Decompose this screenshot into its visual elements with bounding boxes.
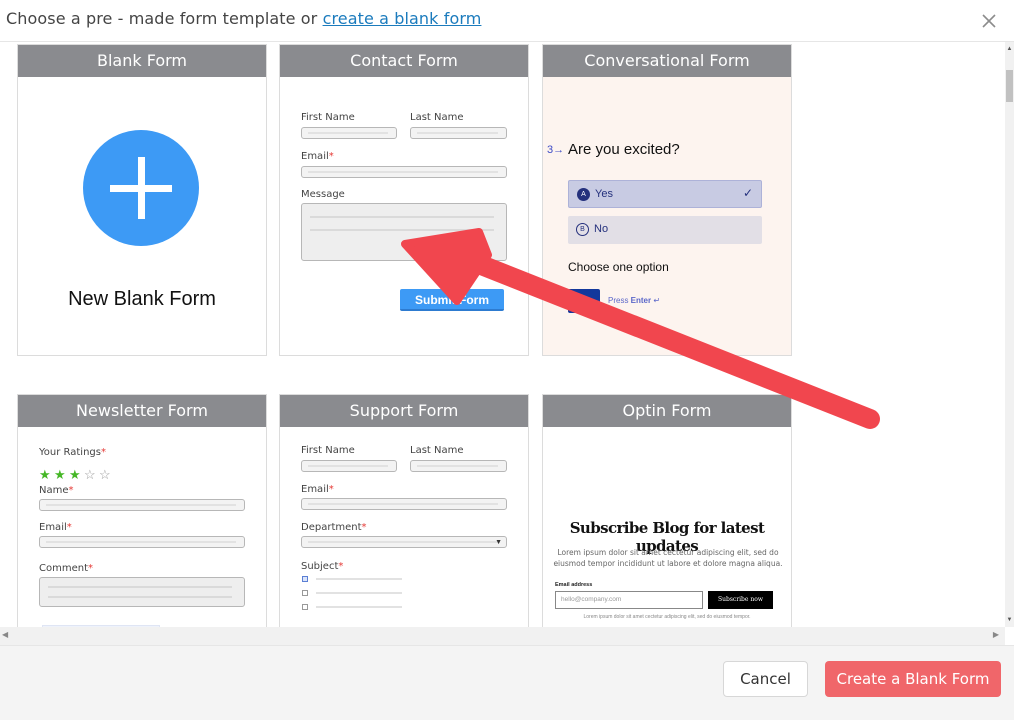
card-title: Newsletter Form: [18, 395, 266, 427]
first-name-field: [301, 460, 397, 472]
subject-label: Subject*: [301, 561, 344, 572]
template-grid: Blank Form New Blank Form Contact Form F…: [0, 42, 1005, 627]
department-select: ▼: [301, 536, 507, 548]
scrollbar-thumb[interactable]: [1006, 70, 1013, 102]
card-title: Support Form: [280, 395, 528, 427]
template-card-support[interactable]: Support Form First Name Last Name Email*…: [279, 394, 529, 627]
option-no-label: No: [594, 223, 609, 235]
choose-hint: Choose one option: [568, 260, 669, 274]
conversational-preview: 3→ Are you excited? A Yes ✓ B No Choose …: [543, 77, 791, 355]
subject-option-line: [316, 606, 402, 608]
vertical-scrollbar[interactable]: ▲ ▼: [1005, 42, 1014, 627]
close-icon: [982, 14, 996, 28]
template-card-contact[interactable]: Contact Form First Name Last Name Email*…: [279, 44, 529, 356]
question-number: 3→: [547, 144, 565, 156]
template-card-conversational[interactable]: Conversational Form 3→ Are you excited? …: [542, 44, 792, 356]
horizontal-scrollbar[interactable]: ◀ ▶: [0, 627, 1005, 645]
message-label: Message: [301, 189, 345, 200]
email-field: [301, 166, 507, 178]
name-field: [39, 499, 245, 511]
chevron-down-icon: ▼: [495, 539, 502, 546]
message-field: [301, 203, 507, 261]
last-name-field: [410, 127, 507, 139]
card-title: Blank Form: [18, 45, 266, 77]
first-name-field: [301, 127, 397, 139]
check-icon: ✓: [742, 186, 753, 200]
email-input: hello@company.com: [555, 591, 703, 609]
template-card-newsletter[interactable]: Newsletter Form Your Ratings* ★ ★ ★ ☆ ☆ Name…: [17, 394, 267, 627]
dialog-footer: Cancel Create a Blank Form: [0, 645, 1014, 720]
email-field: [39, 536, 245, 548]
email-label: Email*: [301, 151, 334, 162]
cancel-button[interactable]: Cancel: [723, 661, 808, 697]
option-yes-label: Yes: [595, 188, 613, 200]
card-title: Optin Form: [543, 395, 791, 427]
submit-form-button: Submit Form: [400, 289, 504, 311]
comment-label: Comment*: [39, 563, 93, 574]
scroll-left-icon[interactable]: ◀: [2, 630, 8, 639]
first-name-label: First Name: [301, 445, 355, 456]
ok-button: OK: [568, 289, 600, 313]
template-card-blank[interactable]: Blank Form New Blank Form: [17, 44, 267, 356]
subject-checkbox-3: [302, 604, 308, 610]
card-title: Contact Form: [280, 45, 528, 77]
dialog-title: Choose a pre - made form template or cre…: [6, 9, 481, 28]
subscribe-button: Subscribe now: [708, 591, 773, 609]
create-blank-form-button[interactable]: Create a Blank Form: [825, 661, 1001, 697]
question-text: Are you excited?: [568, 141, 680, 158]
star-filled-icon: ★: [69, 467, 81, 482]
card-title: Conversational Form: [543, 45, 791, 77]
new-blank-form-label: New Blank Form: [68, 288, 216, 310]
email-field: [301, 498, 507, 510]
name-label: Name*: [39, 485, 74, 496]
create-blank-form-link[interactable]: create a blank form: [323, 9, 482, 28]
last-name-label: Last Name: [410, 112, 464, 123]
scroll-down-icon[interactable]: ▼: [1005, 617, 1014, 623]
template-card-optin[interactable]: Optin Form Subscribe Blog for latest upd…: [542, 394, 792, 627]
option-key-a: A: [577, 188, 590, 201]
optin-fine-print: Lorem ipsum dolor sit amet cectetur adip…: [583, 614, 751, 620]
email-address-label: Email address: [555, 582, 593, 588]
option-key-b: B: [576, 223, 589, 236]
scroll-up-icon[interactable]: ▲: [1005, 46, 1014, 52]
option-no: B No: [568, 216, 762, 244]
subject-checkbox-1: [302, 576, 308, 582]
department-label: Department*: [301, 522, 367, 533]
press-enter-hint: Press Enter ↵: [608, 296, 661, 305]
ratings-label: Your Ratings*: [39, 447, 106, 458]
email-label: Email*: [301, 484, 334, 495]
star-empty-icon: ☆: [84, 467, 96, 482]
first-name-label: First Name: [301, 112, 355, 123]
email-label: Email*: [39, 522, 72, 533]
star-filled-icon: ★: [39, 467, 51, 482]
subject-option-line: [316, 578, 402, 580]
scroll-right-icon[interactable]: ▶: [993, 630, 999, 639]
dialog-header: Choose a pre - made form template or cre…: [0, 0, 1014, 42]
subject-checkbox-2: [302, 590, 308, 596]
option-yes: A Yes ✓: [568, 180, 762, 208]
plus-icon: [83, 130, 199, 246]
dialog-title-text: Choose a pre - made form template or: [6, 9, 323, 28]
comment-field: [39, 577, 245, 607]
last-name-label: Last Name: [410, 445, 464, 456]
close-button[interactable]: [978, 10, 1000, 32]
subject-option-line: [316, 592, 402, 594]
star-empty-icon: ☆: [99, 467, 111, 482]
last-name-field: [410, 460, 507, 472]
optin-description: Lorem ipsum dolor sit amet cectetur adip…: [553, 548, 783, 568]
star-filled-icon: ★: [54, 467, 66, 482]
